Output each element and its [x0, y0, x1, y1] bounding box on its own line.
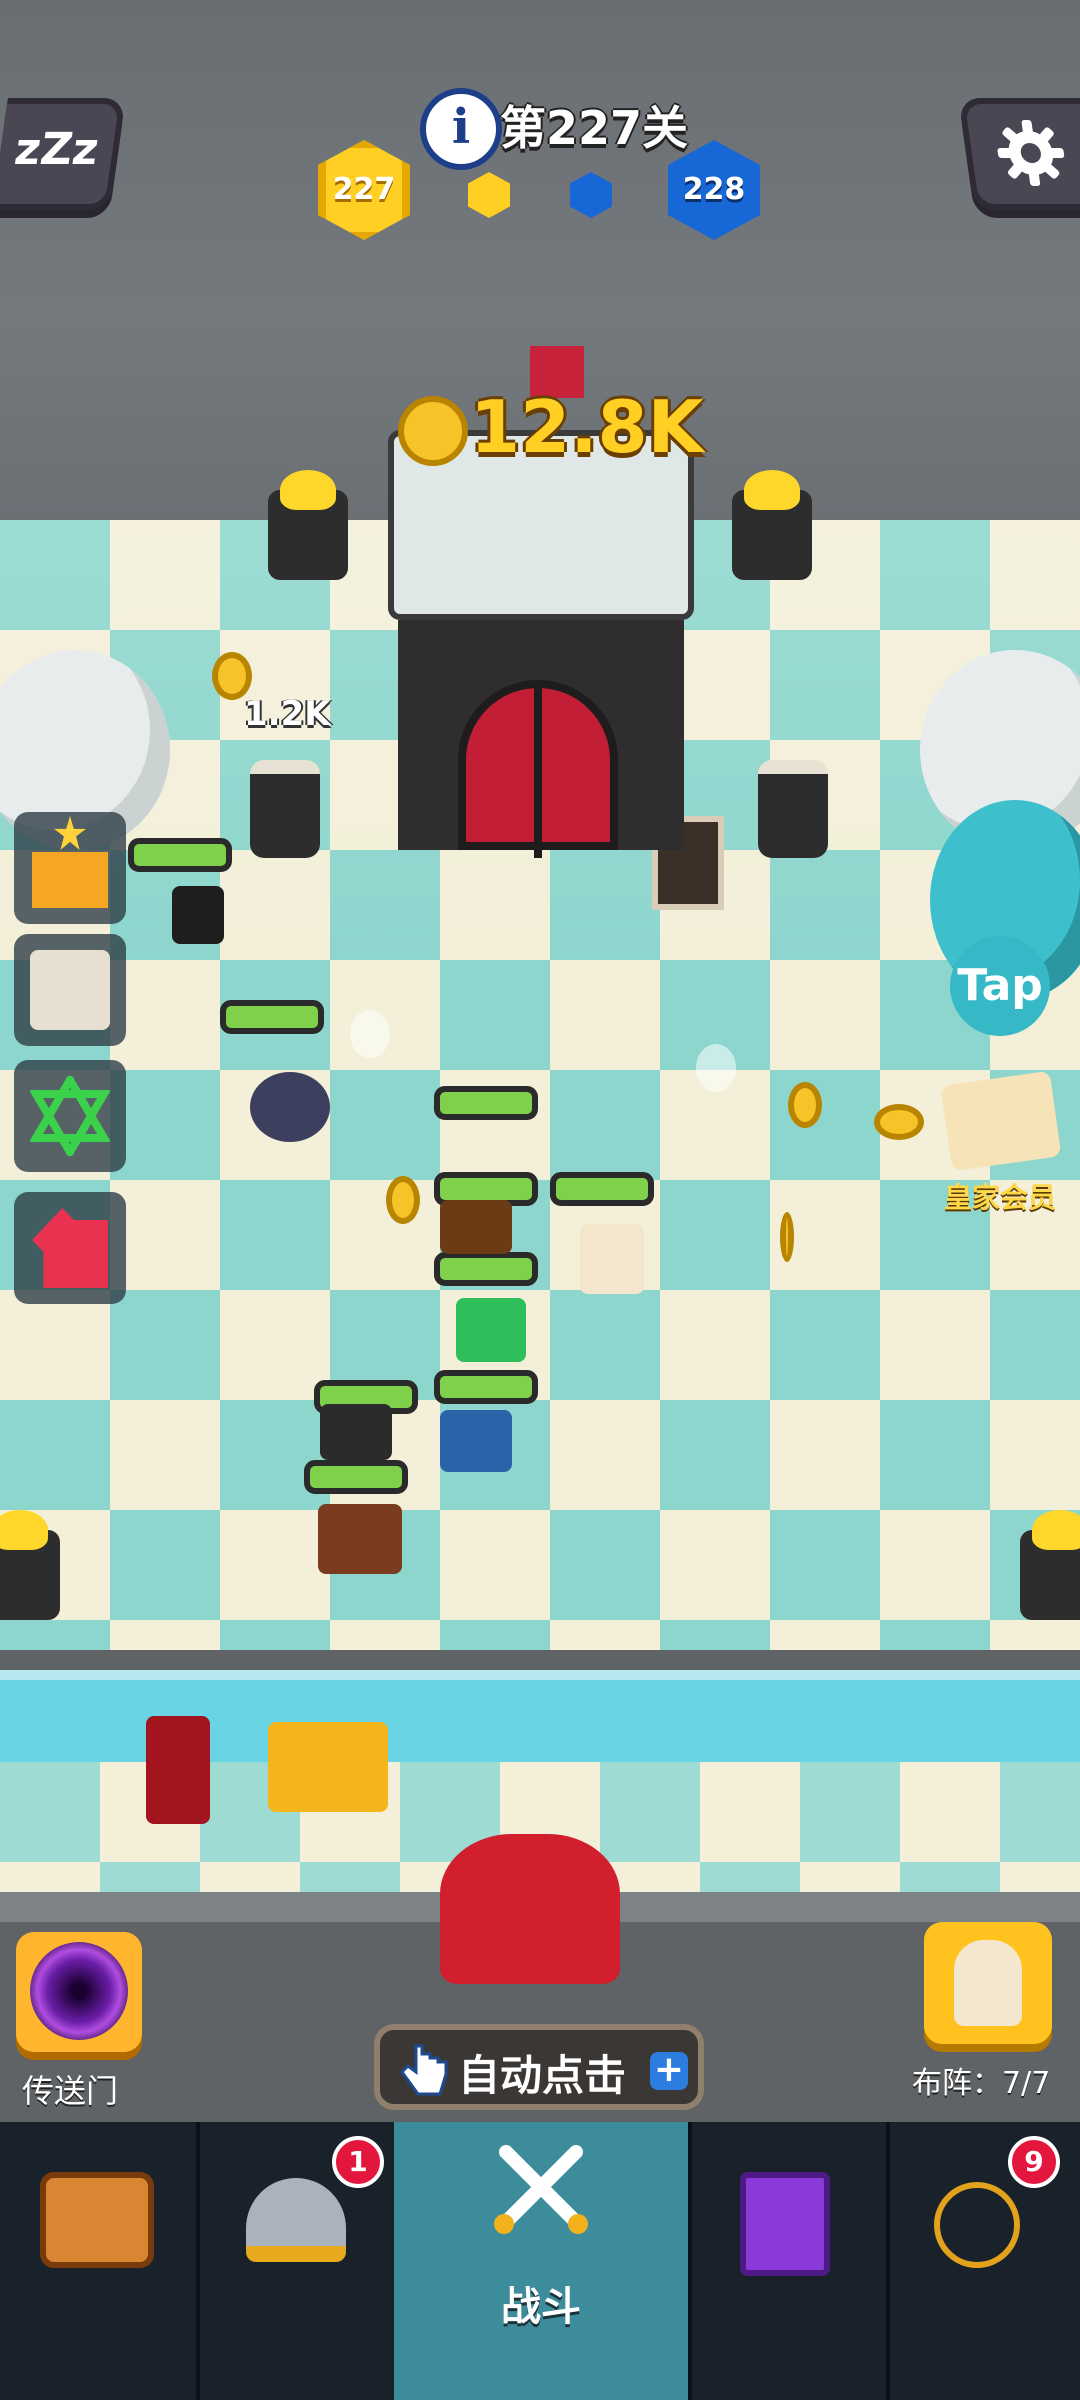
nav-tab-spellbook[interactable] [688, 2122, 890, 2400]
settings-button[interactable] [958, 98, 1080, 210]
coin-icon [212, 652, 252, 700]
fire-brazier-icon [268, 470, 348, 580]
hero-unit[interactable] [318, 1504, 402, 1574]
auto-click-button[interactable]: 自动点击 + [374, 2024, 704, 2110]
treasure-chest-icon [40, 2172, 154, 2268]
coin-icon [780, 1212, 794, 1262]
coin-icon [788, 1082, 822, 1128]
unit-health-bar [550, 1172, 654, 1206]
skull-icon [696, 1044, 736, 1092]
hero-unit[interactable] [456, 1298, 526, 1362]
retreat-button[interactable] [14, 1192, 126, 1304]
coin-icon [386, 1176, 420, 1224]
viking-helmet-icon [246, 2178, 346, 2262]
nav-tab-shop[interactable] [0, 2122, 200, 2400]
heroes-badge: 1 [332, 2136, 384, 2188]
ranking-button[interactable] [14, 812, 126, 924]
hexagram-button[interactable] [14, 1060, 126, 1172]
star-icon [54, 816, 86, 850]
formation-button[interactable] [924, 1922, 1052, 2044]
portal-icon [30, 1942, 128, 2040]
unit-health-bar [128, 838, 232, 872]
scroll-icon [30, 950, 110, 1030]
formation-label: 布阵：7/7 [912, 2066, 1051, 2101]
amulet-icon [934, 2182, 1020, 2268]
barrel-icon [250, 760, 320, 858]
dragon-hero-unit[interactable] [440, 1834, 620, 1984]
coin-total: 12.8K [470, 385, 704, 469]
unit-health-bar [220, 1000, 324, 1034]
enemy-castle[interactable] [388, 430, 694, 858]
viking-hero-icon [954, 1940, 1022, 2026]
podium-icon [32, 852, 108, 908]
items-badge: 9 [1008, 2136, 1060, 2188]
hero-unit[interactable] [268, 1722, 388, 1812]
hero-unit[interactable] [146, 1716, 210, 1824]
nav-tab-items[interactable]: 9 [886, 2122, 1080, 2400]
vip-label[interactable]: 皇家会员 [944, 1176, 1056, 1216]
nav-battle-label: 战斗 [501, 2284, 581, 2330]
tap-hand-icon [400, 2044, 448, 2096]
coin-icon [874, 1104, 924, 1140]
arrow-icon [32, 1208, 108, 1288]
tap-bubble[interactable]: Tap [950, 936, 1050, 1036]
auto-click-label: 自动点击 [458, 2051, 627, 2100]
vip-map-icon[interactable] [940, 1070, 1062, 1172]
quest-scroll-button[interactable] [14, 934, 126, 1046]
hexagram-icon [30, 1076, 110, 1156]
fire-brazier-icon [0, 1510, 60, 1620]
unit-health-bar [304, 1460, 408, 1494]
gear-icon [997, 120, 1065, 186]
hero-unit[interactable] [440, 1200, 512, 1254]
nav-tab-battle[interactable]: 战斗 [394, 2122, 692, 2400]
level-info-icon[interactable]: i [420, 88, 502, 170]
portal-button[interactable] [16, 1932, 142, 2052]
coin-icon [398, 396, 468, 466]
hero-unit[interactable] [172, 886, 224, 944]
hero-unit[interactable] [320, 1404, 392, 1460]
unit-health-bar [434, 1370, 538, 1404]
portal-label: 传送门 [22, 2072, 119, 2110]
nav-tab-heroes[interactable]: 1 [196, 2122, 398, 2400]
crossed-swords-icon [494, 2145, 588, 2234]
barrel-icon [758, 760, 828, 858]
level-title: 第227关 [500, 101, 689, 155]
skull-icon [350, 1010, 390, 1058]
hero-unit[interactable] [440, 1410, 512, 1472]
spellbook-icon [740, 2172, 830, 2276]
floating-reward: 1.2K [244, 694, 331, 734]
unit-health-bar [434, 1086, 538, 1120]
fire-brazier-icon [732, 470, 812, 580]
auto-click-plus-icon[interactable]: + [650, 2052, 688, 2090]
fire-brazier-icon [1020, 1510, 1080, 1620]
unit-health-bar [434, 1252, 538, 1286]
hero-unit[interactable] [580, 1224, 644, 1294]
sleep-zzz-icon: zZz [11, 124, 102, 175]
enemy-unit[interactable] [250, 1072, 330, 1142]
sleep-mode-button[interactable]: zZz [0, 98, 126, 210]
bottom-navigation: 1 战斗 9 [0, 2122, 1080, 2400]
